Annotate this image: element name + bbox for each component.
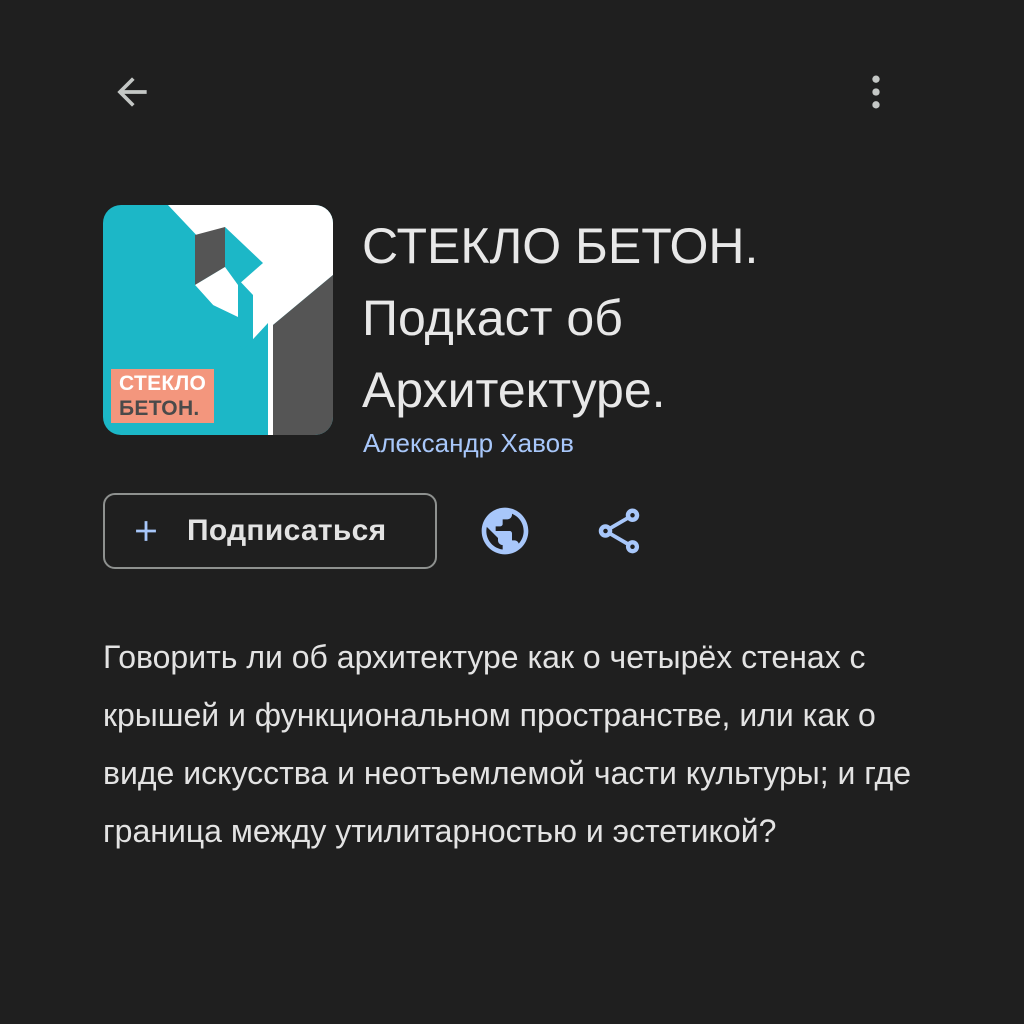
- podcast-title: СТЕКЛО БЕТОН. Подкаст об Архитектуре.: [362, 210, 922, 426]
- podcast-title-line: СТЕКЛО БЕТОН.: [362, 218, 759, 274]
- podcast-title-line: Архитектуре.: [362, 362, 666, 418]
- podcast-author-link[interactable]: Александр Хавов: [363, 428, 574, 459]
- podcast-description: Говорить ли об архитектуре как о четырёх…: [103, 639, 911, 849]
- artwork-label-line1: СТЕКЛО: [119, 372, 207, 395]
- more-options-button[interactable]: [844, 60, 908, 124]
- artwork-label-line2: БЕТОН.: [119, 397, 200, 420]
- podcast-details-screen: СТЕКЛО БЕТОН. СТЕКЛО БЕТОН. Подкаст об А…: [0, 0, 1024, 1024]
- more-vert-icon: [872, 75, 880, 109]
- subscribe-label: Подписаться: [187, 514, 387, 547]
- podcast-artwork: СТЕКЛО БЕТОН.: [103, 205, 333, 435]
- back-button[interactable]: [100, 60, 164, 124]
- plus-icon: [136, 521, 156, 541]
- globe-icon: [481, 507, 529, 555]
- website-button[interactable]: [474, 500, 536, 562]
- arrow-left-icon: [117, 77, 147, 107]
- share-button[interactable]: [588, 500, 650, 562]
- podcast-title-line: Подкаст об: [362, 290, 623, 346]
- subscribe-button[interactable]: Подписаться: [103, 493, 437, 569]
- share-icon: [598, 508, 640, 554]
- artwork-label: СТЕКЛО БЕТОН.: [111, 369, 215, 423]
